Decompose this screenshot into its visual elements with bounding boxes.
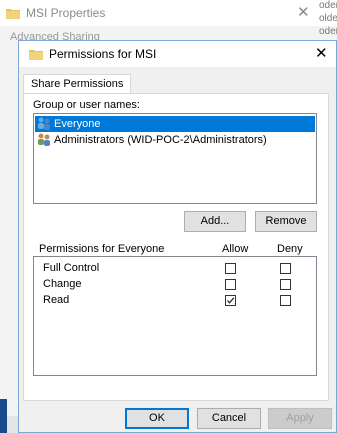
permissions-table: Full Control Change Read bbox=[33, 256, 317, 376]
allow-checkbox[interactable] bbox=[225, 263, 236, 274]
user-name: Administrators (WID-POC-2\Administrators… bbox=[54, 134, 267, 146]
allow-checkbox[interactable] bbox=[225, 295, 236, 306]
permission-name: Full Control bbox=[43, 262, 100, 274]
taskbar-edge bbox=[0, 399, 7, 433]
ok-button[interactable]: OK bbox=[125, 408, 189, 429]
table-row: Full Control bbox=[34, 261, 316, 277]
close-icon[interactable]: ✕ bbox=[315, 44, 328, 62]
background-side-text: oder bbox=[319, 0, 337, 11]
deny-checkbox[interactable] bbox=[280, 279, 291, 290]
allow-checkbox[interactable] bbox=[225, 279, 236, 290]
allow-header: Allow bbox=[222, 243, 249, 255]
permission-name: Change bbox=[43, 278, 82, 290]
apply-button[interactable]: Apply bbox=[268, 408, 332, 429]
background-window-title: MSI Properties bbox=[26, 6, 106, 20]
list-item-everyone[interactable]: Everyone bbox=[35, 116, 315, 132]
deny-checkbox[interactable] bbox=[280, 263, 291, 274]
dialog-title: Permissions for MSI bbox=[49, 47, 157, 61]
group-user-names-label: Group or user names: bbox=[33, 99, 140, 111]
background-close-icon[interactable]: ✕ bbox=[297, 3, 310, 21]
table-row: Change bbox=[34, 277, 316, 293]
table-row: Read bbox=[34, 293, 316, 309]
list-item-administrators[interactable]: Administrators (WID-POC-2\Administrators… bbox=[35, 132, 315, 148]
dialog-title-bar: Permissions for MSI ✕ bbox=[19, 41, 336, 67]
folder-icon bbox=[6, 7, 20, 22]
permission-name: Read bbox=[43, 294, 70, 306]
background-side-text: oder bbox=[319, 26, 337, 37]
admin-group-icon bbox=[37, 133, 51, 151]
tab-share-permissions[interactable]: Share Permissions bbox=[23, 74, 132, 94]
permissions-dialog: Permissions for MSI ✕ Share Permissions … bbox=[18, 40, 337, 433]
check-icon bbox=[227, 297, 235, 304]
cancel-button[interactable]: Cancel bbox=[197, 408, 261, 429]
user-name: Everyone bbox=[54, 118, 101, 130]
background-side-text: older bbox=[319, 13, 337, 24]
deny-checkbox[interactable] bbox=[280, 295, 291, 306]
permissions-for-label: Permissions for Everyone bbox=[39, 243, 165, 255]
add-button[interactable]: Add... bbox=[184, 211, 246, 232]
folder-icon bbox=[29, 48, 43, 63]
users-list[interactable]: Everyone Administrators (WID-POC-2\Admin… bbox=[33, 113, 317, 204]
remove-button[interactable]: Remove bbox=[255, 211, 317, 232]
background-title-bar: MSI Properties ✕ bbox=[0, 0, 337, 26]
deny-header: Deny bbox=[277, 243, 303, 255]
